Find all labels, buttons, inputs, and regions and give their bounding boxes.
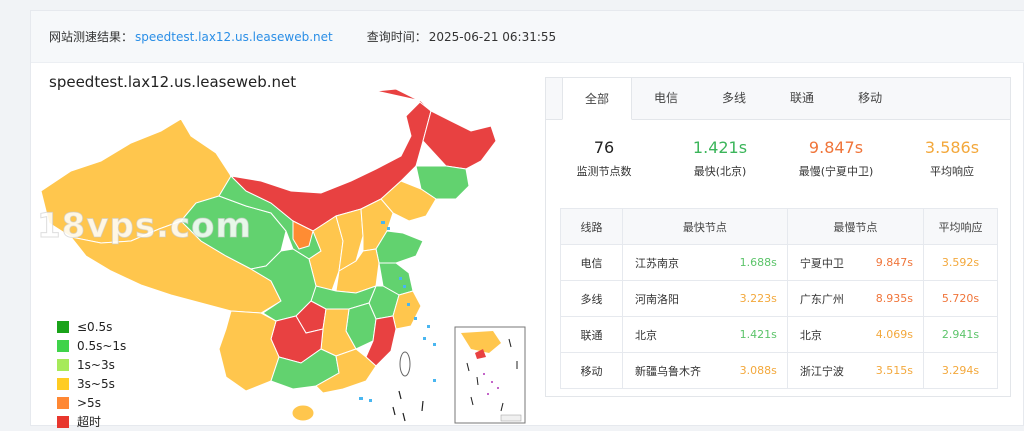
south-china-sea-inset xyxy=(454,326,526,424)
cell-slow-time: 3.515s xyxy=(861,352,925,389)
summary-stats: 76 监测节点数 1.421s 最快(北京) 9.847s 最慢(宁夏中卫) 3… xyxy=(546,120,1010,192)
stat-slowest: 9.847s 最慢(宁夏中卫) xyxy=(778,138,894,192)
tab-multiline[interactable]: 多线 xyxy=(700,77,768,119)
legend-item: ≤0.5s xyxy=(57,317,126,336)
cell-slow-time: 8.935s xyxy=(861,280,925,317)
tab-all[interactable]: 全部 xyxy=(562,77,633,120)
cell-fast-time: 1.421s xyxy=(725,316,788,353)
cell-line: 联通 xyxy=(560,316,623,353)
legend-item: 3s~5s xyxy=(57,374,126,393)
table-header-row: 线路 最快节点 最慢节点 平均响应 xyxy=(560,208,998,245)
table-row: 电信 江苏南京 1.688s 宁夏中卫 9.847s 3.592s xyxy=(560,244,998,281)
legend-item: 1s~3s xyxy=(57,355,126,374)
cell-fast-time: 3.088s xyxy=(725,352,788,389)
table-row: 联通 北京 1.421s 北京 4.069s 2.941s xyxy=(560,316,998,353)
stat-label: 监测节点数 xyxy=(576,165,632,178)
result-url-link[interactable]: speedtest.lax12.us.leaseweb.net xyxy=(135,30,333,44)
cell-avg: 2.941s xyxy=(923,316,998,353)
stat-label: 平均响应 xyxy=(930,165,974,178)
cell-fast-city: 江苏南京 xyxy=(622,244,726,281)
stat-label: 最快(北京) xyxy=(693,165,747,178)
cell-avg: 3.592s xyxy=(923,244,998,281)
legend-swatch xyxy=(57,377,69,390)
map-legend: ≤0.5s 0.5s~1s 1s~3s 3s~5s >5s 超时 xyxy=(57,317,126,431)
result-bar: 网站测速结果： speedtest.lax12.us.leaseweb.net … xyxy=(31,11,1024,63)
cell-line: 移动 xyxy=(560,352,623,389)
result-label: 网站测速结果： xyxy=(49,30,134,44)
cell-slow-time: 4.069s xyxy=(861,316,925,353)
legend-item: >5s xyxy=(57,393,126,412)
legend-label: 3s~5s xyxy=(77,376,115,391)
stat-fastest: 1.421s 最快(北京) xyxy=(662,138,778,192)
col-header-fastest: 最快节点 xyxy=(622,208,788,245)
legend-label: 0.5s~1s xyxy=(77,338,127,353)
region-heilongjiang[interactable] xyxy=(375,88,497,170)
cell-avg: 3.294s xyxy=(923,352,998,389)
cell-fast-city: 北京 xyxy=(622,316,726,353)
top-strip xyxy=(0,0,1024,10)
watermark-text: 18vps.com xyxy=(37,206,252,247)
boundary-marks xyxy=(392,390,424,422)
stats-panel: 全部 电信 多线 联通 移动 76 监测节点数 1.421s 最快(北京) 9.… xyxy=(545,77,1011,397)
legend-swatch xyxy=(57,396,69,409)
isp-tabs: 全部 电信 多线 联通 移动 xyxy=(546,77,1010,120)
tab-telecom[interactable]: 电信 xyxy=(632,77,700,119)
node-table: 线路 最快节点 最慢节点 平均响应 电信 江苏南京 1.688s 宁夏中卫 9.… xyxy=(560,208,998,389)
cell-slow-city: 广东广州 xyxy=(786,280,862,317)
region-taiwan[interactable] xyxy=(399,351,411,377)
cell-fast-city: 新疆乌鲁木齐 xyxy=(622,352,726,389)
col-header-average: 平均响应 xyxy=(923,208,998,245)
cell-fast-city: 河南洛阳 xyxy=(622,280,726,317)
tab-mobile[interactable]: 移动 xyxy=(836,77,904,119)
legend-item: 0.5s~1s xyxy=(57,336,126,355)
legend-label: >5s xyxy=(77,395,101,410)
legend-label: ≤0.5s xyxy=(77,319,113,334)
stat-label: 最慢(宁夏中卫) xyxy=(798,165,874,178)
stat-value: 3.586s xyxy=(924,138,980,157)
legend-item: 超时 xyxy=(57,412,126,431)
table-row: 多线 河南洛阳 3.223s 广东广州 8.935s 5.720s xyxy=(560,280,998,317)
col-header-line: 线路 xyxy=(560,208,623,245)
col-header-slowest: 最慢节点 xyxy=(786,208,925,245)
cell-slow-time: 9.847s xyxy=(861,244,925,281)
legend-label: 超时 xyxy=(77,415,102,429)
region-yunnan[interactable] xyxy=(218,310,280,392)
cell-fast-time: 1.688s xyxy=(725,244,788,281)
stat-value: 9.847s xyxy=(808,138,864,157)
stat-value: 1.421s xyxy=(692,138,748,157)
cell-slow-city: 宁夏中卫 xyxy=(786,244,862,281)
table-row: 移动 新疆乌鲁木齐 3.088s 浙江宁波 3.515s 3.294s xyxy=(560,352,998,389)
cell-line: 多线 xyxy=(560,280,623,317)
cell-slow-city: 北京 xyxy=(786,316,862,353)
region-hainan[interactable] xyxy=(291,404,315,422)
speedtest-result-card: 网站测速结果： speedtest.lax12.us.leaseweb.net … xyxy=(30,10,1024,429)
stat-value: 76 xyxy=(593,138,615,157)
cell-avg: 5.720s xyxy=(923,280,998,317)
stat-average: 3.586s 平均响应 xyxy=(894,138,1010,192)
legend-swatch xyxy=(57,358,69,371)
stat-node-count: 76 监测节点数 xyxy=(546,138,662,192)
cell-fast-time: 3.223s xyxy=(725,280,788,317)
cell-line: 电信 xyxy=(560,244,623,281)
legend-swatch xyxy=(57,320,69,333)
cell-slow-city: 浙江宁波 xyxy=(786,352,862,389)
query-time-label: 查询时间： xyxy=(366,30,427,44)
legend-label: 1s~3s xyxy=(77,357,115,372)
legend-swatch xyxy=(57,339,69,352)
tab-unicom[interactable]: 联通 xyxy=(768,77,836,119)
query-time-value: 2025-06-21 06:31:55 xyxy=(428,29,557,44)
